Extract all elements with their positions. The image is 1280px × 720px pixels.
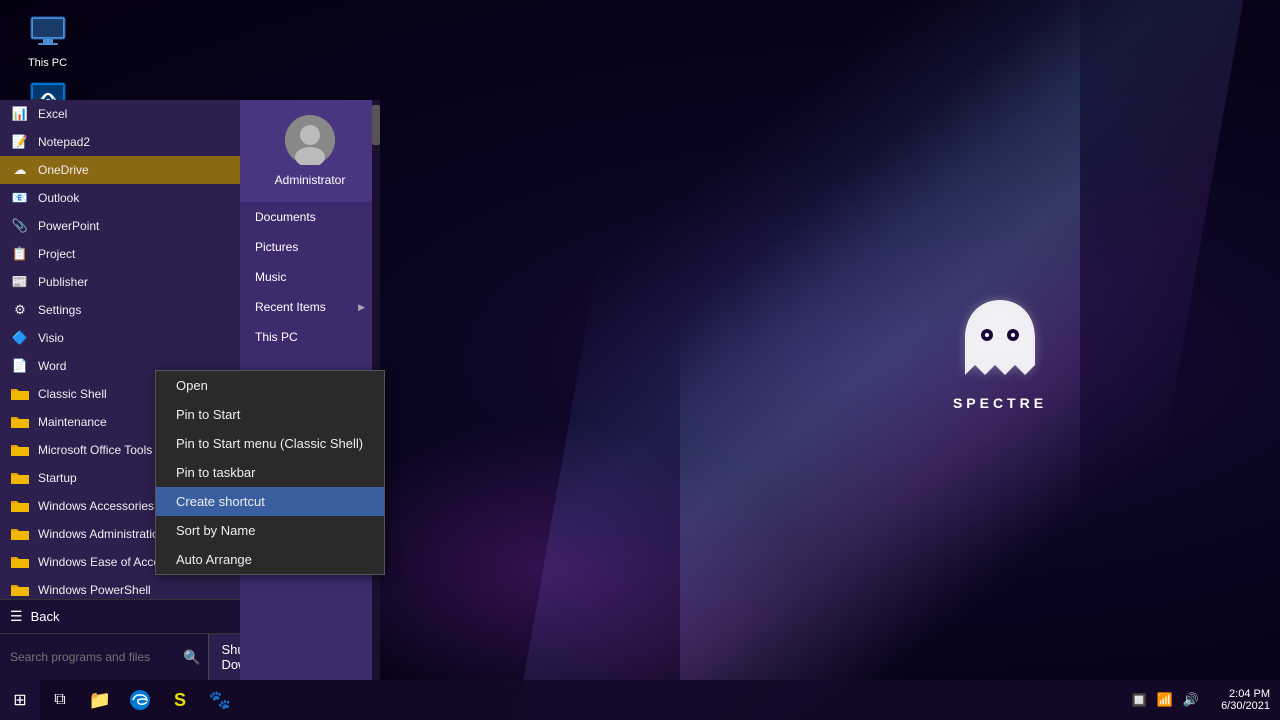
- excel-label: Excel: [38, 107, 230, 121]
- this-pc-icon: [28, 15, 68, 55]
- scroll-thumb[interactable]: [372, 105, 380, 145]
- spectre-text: SPECTRE: [953, 395, 1047, 411]
- notepad2-icon: 📝: [10, 132, 30, 152]
- publisher-icon: 📰: [10, 272, 30, 292]
- taskbar-edge[interactable]: [120, 680, 160, 720]
- system-tray: 🔲 📶 🔊 2:04 PM 6/30/2021: [1122, 680, 1280, 720]
- context-item-pin-to-taskbar[interactable]: Pin to taskbar: [156, 458, 384, 487]
- context-item-create-shortcut[interactable]: Create shortcut: [156, 487, 384, 516]
- notepad2-label: Notepad2: [38, 135, 230, 149]
- menu-item-outlook[interactable]: 📧 Outlook: [0, 184, 240, 212]
- menu-item-visio[interactable]: 🔷 Visio: [0, 324, 240, 352]
- user-menu-item-recent-items[interactable]: Recent Items ▶: [240, 292, 380, 322]
- startup-icon: [10, 468, 30, 488]
- menu-item-publisher[interactable]: 📰 Publisher: [0, 268, 240, 296]
- onedrive-label: OneDrive: [38, 163, 230, 177]
- powerpoint-label: PowerPoint: [38, 219, 230, 233]
- windows-ease-icon: [10, 552, 30, 572]
- menu-item-excel[interactable]: 📊 Excel: [0, 100, 240, 128]
- menu-item-windows-powershell[interactable]: Windows PowerShell: [0, 576, 240, 599]
- context-item-pin-to-start[interactable]: Pin to Start: [156, 400, 384, 429]
- user-menu-list: Documents Pictures Music Recent Items ▶ This …: [240, 202, 380, 352]
- settings-icon: ⚙: [10, 300, 30, 320]
- settings-label: Settings: [38, 303, 230, 317]
- outlook-icon: 📧: [10, 188, 30, 208]
- powerpoint-icon: 📎: [10, 216, 30, 236]
- ms-office-tools-icon: [10, 440, 30, 460]
- context-item-auto-arrange[interactable]: Auto Arrange: [156, 545, 384, 574]
- context-menu: OpenPin to StartPin to Start menu (Class…: [155, 370, 385, 575]
- start-menu-footer: ☰ Back 🔍 Shut Down ▶: [0, 599, 240, 680]
- context-item-pin-to-start-classic[interactable]: Pin to Start menu (Classic Shell): [156, 429, 384, 458]
- visio-icon: 🔷: [10, 328, 30, 348]
- back-icon: ☰: [10, 608, 23, 625]
- menu-item-powerpoint[interactable]: 📎 PowerPoint: [0, 212, 240, 240]
- username: Administrator: [275, 173, 346, 187]
- project-icon: 📋: [10, 244, 30, 264]
- context-item-sort-by-name[interactable]: Sort by Name: [156, 516, 384, 545]
- user-menu-label-documents: Documents: [255, 210, 316, 224]
- this-pc-label: This PC: [28, 57, 67, 69]
- tray-notifications[interactable]: 🔲: [1127, 680, 1151, 720]
- menu-item-settings[interactable]: ⚙ Settings: [0, 296, 240, 324]
- visio-label: Visio: [38, 331, 230, 345]
- user-menu-label-this-pc: This PC: [255, 330, 298, 344]
- tray-audio[interactable]: 🔊: [1179, 680, 1203, 720]
- windows-admin-icon: [10, 524, 30, 544]
- taskbar-file-explorer[interactable]: 📁: [80, 680, 120, 720]
- desktop-icon-this-pc[interactable]: This PC: [10, 10, 85, 74]
- maintenance-icon: [10, 412, 30, 432]
- clock-time: 2:04 PM: [1229, 688, 1270, 700]
- user-menu-arrow-recent-items: ▶: [358, 302, 365, 313]
- search-button[interactable]: 🔍: [175, 641, 208, 674]
- word-icon: 📄: [10, 356, 30, 376]
- menu-item-onedrive[interactable]: ☁ OneDrive: [0, 156, 240, 184]
- context-item-open[interactable]: Open: [156, 371, 384, 400]
- taskbar-shield[interactable]: S: [160, 680, 200, 720]
- windows-powershell-label: Windows PowerShell: [38, 583, 230, 597]
- menu-item-notepad2[interactable]: 📝 Notepad2: [0, 128, 240, 156]
- clock-date: 6/30/2021: [1221, 700, 1270, 712]
- windows-accessories-icon: [10, 496, 30, 516]
- user-avatar-section: Administrator: [240, 100, 380, 202]
- start-button[interactable]: ⊞: [0, 680, 40, 720]
- user-menu-label-pictures: Pictures: [255, 240, 298, 254]
- spectre-logo: SPECTRE: [900, 270, 1100, 430]
- outlook-label: Outlook: [38, 191, 230, 205]
- onedrive-icon: ☁: [10, 160, 30, 180]
- menu-item-project[interactable]: 📋 Project: [0, 240, 240, 268]
- publisher-label: Publisher: [38, 275, 230, 289]
- user-menu-label-recent-items: Recent Items: [255, 300, 326, 314]
- taskbar-bear[interactable]: 🐾: [200, 680, 240, 720]
- user-menu-item-music[interactable]: Music: [240, 262, 380, 292]
- clock[interactable]: 2:04 PM 6/30/2021: [1205, 688, 1275, 712]
- back-button[interactable]: ☰ Back: [0, 600, 240, 633]
- taskbar-task-view[interactable]: ⧉: [40, 680, 80, 720]
- classic-shell-icon: [10, 384, 30, 404]
- user-menu-item-this-pc[interactable]: This PC: [240, 322, 380, 352]
- user-avatar: [285, 115, 335, 165]
- user-menu-item-documents[interactable]: Documents: [240, 202, 380, 232]
- back-label: Back: [31, 609, 60, 624]
- project-label: Project: [38, 247, 230, 261]
- taskbar: ⊞ ⧉ 📁 S 🐾 🔲 📶 🔊 2:04 PM 6/30/2021: [0, 680, 1280, 720]
- user-menu-label-music: Music: [255, 270, 286, 284]
- tray-network[interactable]: 📶: [1153, 680, 1177, 720]
- windows-powershell-icon: [10, 580, 30, 599]
- spectre-ghost-svg: [950, 290, 1050, 390]
- search-input[interactable]: [0, 642, 175, 672]
- excel-icon: 📊: [10, 104, 30, 124]
- user-menu-item-pictures[interactable]: Pictures: [240, 232, 380, 262]
